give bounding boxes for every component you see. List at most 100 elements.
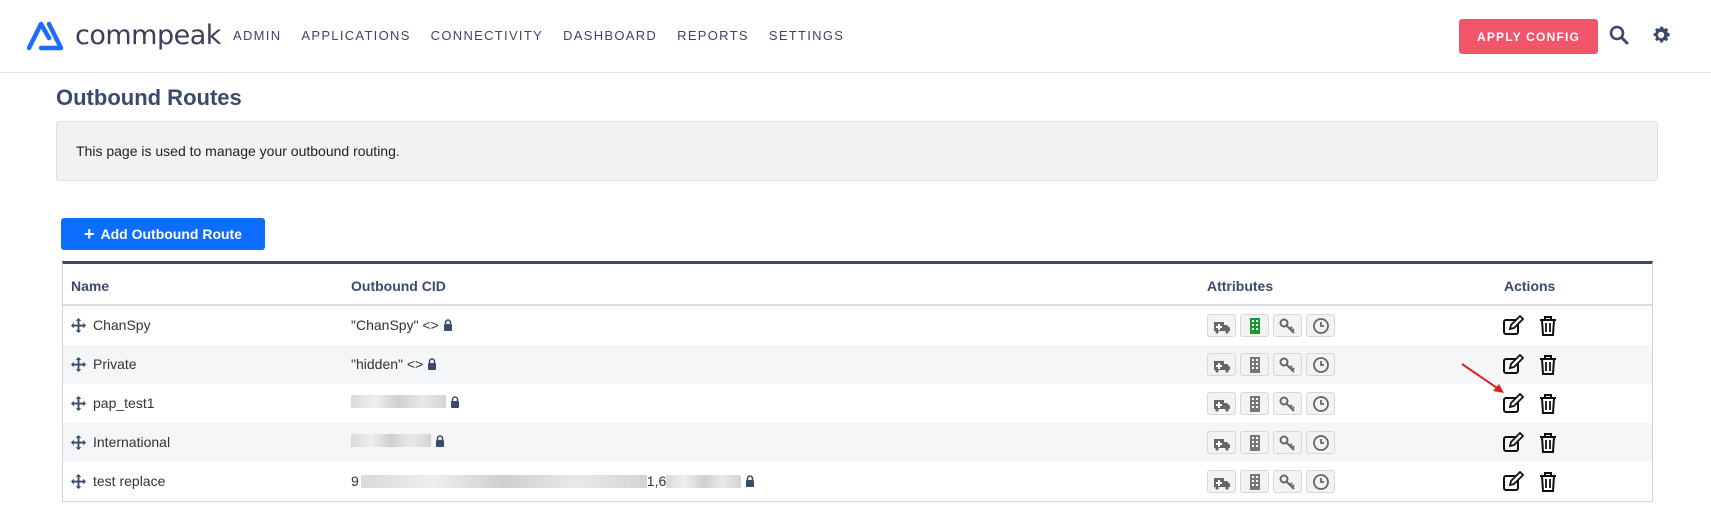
emergency-attribute[interactable] — [1207, 431, 1236, 454]
trash-icon[interactable] — [1537, 471, 1559, 493]
outbound-routes-table: Name Outbound CID Attributes Actions Cha… — [62, 261, 1653, 502]
password-attribute[interactable] — [1273, 314, 1302, 337]
lock-icon — [746, 475, 755, 487]
route-cid-prefix: 9 — [351, 473, 359, 489]
edit-icon[interactable] — [1502, 432, 1524, 454]
key-icon — [1279, 396, 1295, 412]
route-actions — [1502, 354, 1572, 376]
intra-company-attribute[interactable] — [1240, 353, 1269, 376]
intra-company-attribute[interactable] — [1240, 314, 1269, 337]
route-cid: "hidden" <> — [351, 356, 437, 372]
lock-icon — [443, 319, 452, 331]
clock-icon — [1312, 434, 1329, 451]
password-attribute[interactable] — [1273, 353, 1302, 376]
gear-icon[interactable] — [1650, 24, 1672, 46]
trash-icon[interactable] — [1537, 315, 1559, 337]
emergency-attribute[interactable] — [1207, 314, 1236, 337]
table-row: test replace 9 1,6 — [63, 462, 1652, 501]
column-attributes: Attributes — [1207, 278, 1274, 294]
route-name: test replace — [93, 473, 166, 489]
add-outbound-route-button[interactable]: + Add Outbound Route — [61, 218, 265, 250]
ambulance-icon — [1213, 360, 1230, 373]
route-actions — [1502, 432, 1572, 454]
intra-company-attribute[interactable] — [1240, 470, 1269, 493]
nav-reports[interactable]: REPORTS — [677, 28, 749, 43]
lock-icon — [428, 358, 437, 370]
drag-handle-icon[interactable] — [71, 396, 86, 411]
clock-icon — [1312, 317, 1329, 334]
route-attributes — [1207, 470, 1339, 493]
commpeak-logo-icon — [27, 21, 64, 51]
time-group-attribute[interactable] — [1306, 353, 1335, 376]
route-attributes — [1207, 314, 1339, 337]
trash-icon[interactable] — [1537, 393, 1559, 415]
key-icon — [1279, 357, 1295, 373]
drag-handle-icon[interactable] — [71, 474, 86, 489]
column-name: Name — [71, 278, 110, 294]
annotation-arrow-icon — [1461, 363, 1504, 393]
plus-icon: + — [83, 224, 95, 244]
nav-connectivity[interactable]: CONNECTIVITY — [431, 28, 543, 43]
route-cid — [351, 434, 445, 447]
password-attribute[interactable] — [1273, 392, 1302, 415]
nav-dashboard[interactable]: DASHBOARD — [563, 28, 657, 43]
table-row: International — [63, 423, 1652, 462]
commpeak-logo[interactable]: commpeak — [27, 18, 221, 52]
route-attributes — [1207, 392, 1339, 415]
emergency-attribute[interactable] — [1207, 353, 1236, 376]
edit-icon[interactable] — [1502, 315, 1524, 337]
table-row: pap_test1 — [63, 384, 1652, 423]
route-actions — [1502, 471, 1572, 493]
route-cid-text: "ChanSpy" <> — [351, 317, 439, 333]
emergency-attribute[interactable] — [1207, 392, 1236, 415]
time-group-attribute[interactable] — [1306, 431, 1335, 454]
building-icon — [1249, 395, 1260, 412]
emergency-attribute[interactable] — [1207, 470, 1236, 493]
redacted-cid — [360, 474, 647, 488]
redacted-cid — [351, 395, 446, 408]
route-name: Private — [93, 356, 137, 372]
password-attribute[interactable] — [1273, 470, 1302, 493]
table-row: Private "hidden" <> — [63, 345, 1652, 384]
nav-settings[interactable]: SETTINGS — [769, 28, 844, 43]
time-group-attribute[interactable] — [1306, 470, 1335, 493]
lock-icon — [436, 434, 444, 447]
intra-company-attribute[interactable] — [1240, 392, 1269, 415]
table-header: Name Outbound CID Attributes Actions — [63, 264, 1652, 306]
building-icon — [1249, 356, 1260, 373]
key-icon — [1279, 435, 1295, 451]
drag-handle-icon[interactable] — [71, 357, 86, 372]
lock-icon — [451, 395, 459, 408]
drag-handle-icon[interactable] — [71, 318, 86, 333]
search-icon[interactable] — [1608, 24, 1630, 46]
clock-icon — [1312, 395, 1329, 412]
edit-icon[interactable] — [1502, 471, 1524, 493]
route-name: ChanSpy — [93, 317, 151, 333]
key-icon — [1279, 318, 1295, 334]
column-outbound-cid: Outbound CID — [351, 278, 446, 294]
route-attributes — [1207, 353, 1339, 376]
trash-icon[interactable] — [1537, 432, 1559, 454]
apply-config-button[interactable]: APPLY CONFIG — [1459, 19, 1598, 54]
building-icon — [1249, 434, 1260, 451]
ambulance-icon — [1213, 438, 1230, 451]
nav-applications[interactable]: APPLICATIONS — [301, 28, 410, 43]
edit-icon[interactable] — [1502, 393, 1524, 415]
nav-admin[interactable]: ADMIN — [233, 28, 281, 43]
drag-handle-icon[interactable] — [71, 435, 86, 450]
time-group-attribute[interactable] — [1306, 314, 1335, 337]
redacted-cid — [351, 434, 431, 447]
ambulance-icon — [1213, 399, 1230, 412]
time-group-attribute[interactable] — [1306, 392, 1335, 415]
building-icon — [1249, 473, 1260, 490]
password-attribute[interactable] — [1273, 431, 1302, 454]
route-cid-text: "hidden" <> — [351, 356, 424, 372]
trash-icon[interactable] — [1537, 354, 1559, 376]
route-name: International — [93, 434, 171, 450]
building-icon — [1249, 317, 1260, 334]
route-cid — [351, 395, 460, 408]
clock-icon — [1312, 473, 1329, 490]
redacted-cid — [666, 474, 742, 488]
intra-company-attribute[interactable] — [1240, 431, 1269, 454]
key-icon — [1279, 474, 1295, 490]
